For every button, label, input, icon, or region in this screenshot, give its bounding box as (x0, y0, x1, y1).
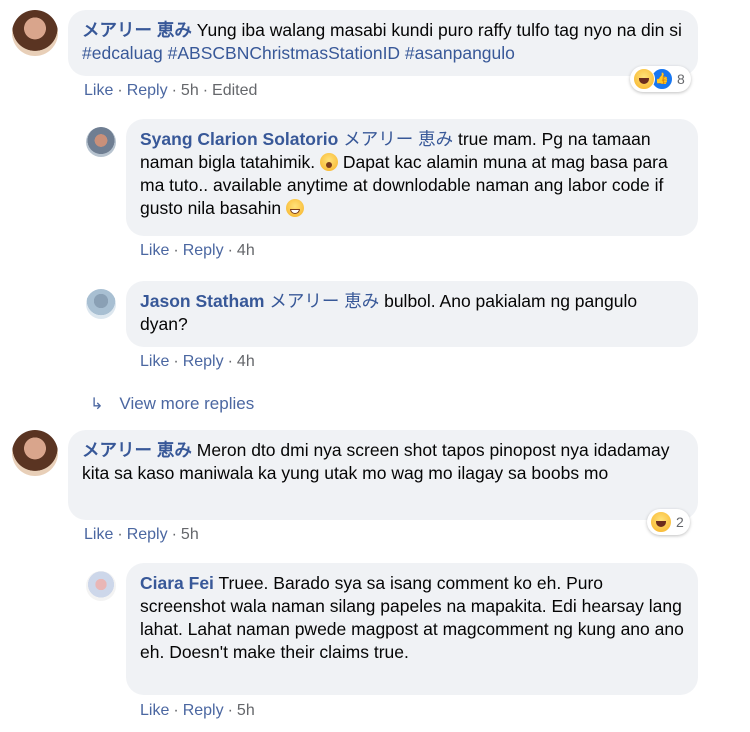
timestamp[interactable]: 5h (181, 526, 199, 543)
reply-mention[interactable]: メアリー 恵み (269, 291, 379, 311)
separator: · (171, 82, 177, 99)
reply-author[interactable]: Jason Statham (140, 291, 264, 311)
reply-text: Truee. Barado sya sa isang comment ko eh… (140, 573, 684, 662)
reaction-count: 2 (676, 514, 684, 530)
avatar-mary[interactable] (12, 430, 58, 476)
like-button[interactable]: Like (140, 242, 169, 259)
reply-button[interactable]: Reply (127, 526, 168, 543)
comment-author[interactable]: メアリー 恵み (82, 440, 192, 460)
reply-mention[interactable]: メアリー 恵み (343, 129, 453, 149)
separator: · (173, 353, 179, 370)
comment-text: Yung iba walang masabi kundi puro raffy … (196, 20, 682, 40)
grin-emoji-icon (285, 199, 304, 217)
timestamp[interactable]: 4h (237, 353, 255, 370)
haha-icon (633, 68, 655, 90)
reply-author[interactable]: Ciara Fei (140, 573, 214, 593)
separator: · (117, 526, 123, 543)
comment-author[interactable]: メアリー 恵み (82, 20, 192, 40)
avatar-syang[interactable] (86, 127, 116, 157)
reply-actions: Like · Reply · 4h (140, 242, 255, 260)
like-button[interactable]: Like (84, 526, 113, 543)
reaction-count: 8 (677, 71, 685, 87)
separator: · (202, 82, 209, 99)
reply-actions: Like · Reply · 5h (140, 702, 255, 720)
separator: · (117, 82, 123, 99)
separator: · (227, 242, 233, 259)
separator: · (173, 702, 179, 719)
reply-bubble-1: Syang Clarion Solatorio メアリー 恵み true mam… (126, 119, 698, 236)
edited-label[interactable]: Edited (212, 82, 257, 99)
separator: · (173, 242, 179, 259)
comment-actions: Like · Reply · 5h · Edited (84, 82, 257, 100)
view-more-label[interactable]: View more replies (119, 394, 254, 413)
comment-actions: Like · Reply · 5h (84, 526, 199, 544)
avatar-mary[interactable] (12, 10, 58, 56)
avatar-ciara[interactable] (86, 571, 116, 601)
haha-icon (650, 511, 672, 533)
like-button[interactable]: Like (140, 353, 169, 370)
reply-button[interactable]: Reply (183, 353, 224, 370)
like-button[interactable]: Like (140, 702, 169, 719)
reply-bubble-2: Jason Statham メアリー 恵み bulbol. Ano pakial… (126, 281, 698, 347)
reply-button[interactable]: Reply (183, 242, 224, 259)
reply-actions: Like · Reply · 4h (140, 353, 255, 371)
separator: · (227, 702, 233, 719)
timestamp[interactable]: 5h (237, 702, 255, 719)
reaction-summary[interactable]: 👍 8 (630, 66, 691, 92)
reply-author[interactable]: Syang Clarion Solatorio (140, 129, 338, 149)
reply-button[interactable]: Reply (127, 82, 168, 99)
astonished-emoji-icon (319, 153, 338, 171)
comment-bubble-2: メアリー 恵み Meron dto dmi nya screen shot ta… (68, 430, 698, 520)
timestamp[interactable]: 5h (181, 82, 199, 99)
separator: · (227, 353, 233, 370)
reply-bubble-3: Ciara Fei Truee. Barado sya sa isang com… (126, 563, 698, 695)
comment-hashtags[interactable]: #edcaluag #ABSCBNChristmasStationID #asa… (82, 43, 515, 63)
comment-bubble-1: メアリー 恵み Yung iba walang masabi kundi pur… (68, 10, 698, 76)
timestamp[interactable]: 4h (237, 242, 255, 259)
like-button[interactable]: Like (84, 82, 113, 99)
separator: · (171, 526, 177, 543)
view-more-replies-link[interactable]: ↳ View more replies (90, 394, 254, 414)
reaction-summary[interactable]: 2 (647, 509, 690, 535)
reply-arrow-icon: ↳ (90, 396, 104, 413)
avatar-jason[interactable] (86, 289, 116, 319)
reply-button[interactable]: Reply (183, 702, 224, 719)
